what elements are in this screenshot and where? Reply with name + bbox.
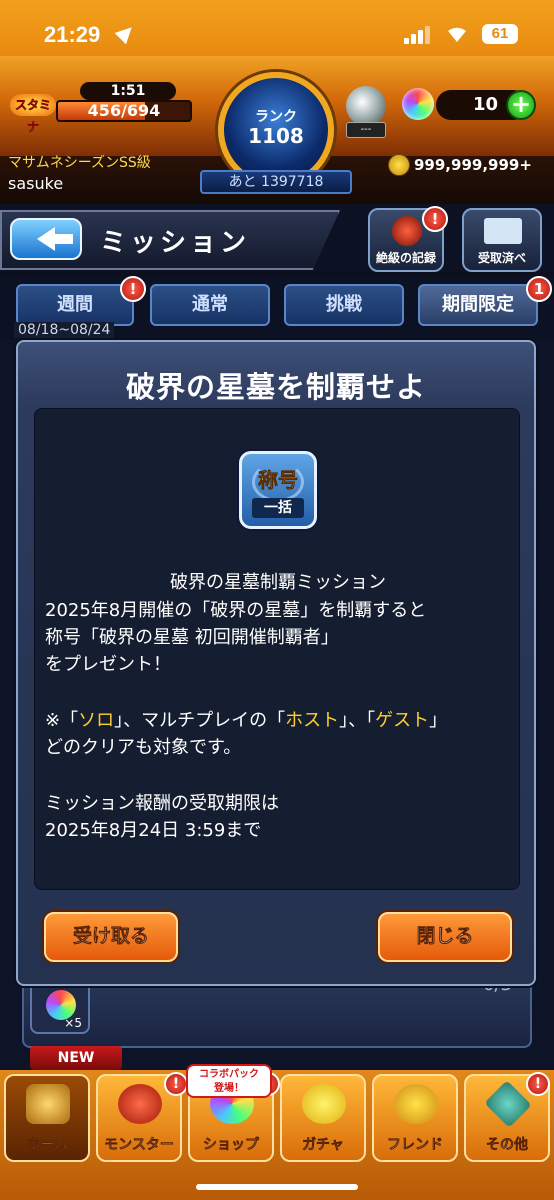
tab-label: 挑戦 [326, 294, 362, 315]
mission-tabs: 週間 ! 通常 挑戦 期間限定 1 08/18~08/24 [0, 276, 554, 340]
orb-pot-value: --- [346, 122, 386, 138]
note-host: ホスト [285, 710, 340, 731]
tab-weekly[interactable]: 週間 ! [16, 276, 146, 326]
player-name: sasuke [8, 174, 64, 193]
player-header: スタミナ 1:51 456/694 マサムネシーズンSS級 sasuke ランク… [0, 56, 554, 204]
stamina-bar[interactable]: 456/694 [56, 100, 192, 122]
collab-pack-tag: コラボパック 登場！ [186, 1064, 272, 1098]
nav-gacha[interactable]: ガチャ [280, 1074, 366, 1162]
nav-label: モンスター [104, 1137, 174, 1154]
battery-icon: 61 [482, 24, 518, 44]
rank-next-exp: あと 1397718 [200, 170, 352, 194]
back-button[interactable] [10, 218, 82, 260]
deadline-label: ミッション報酬の受取期限は [45, 793, 279, 814]
coin-icon [388, 154, 410, 176]
record-emblem-icon [392, 216, 422, 246]
record-label: 絶級の記録 [375, 251, 436, 265]
nav-other-badge: ! [526, 1072, 550, 1096]
nav-label: フレンド [387, 1137, 444, 1154]
nav-label: ショップ [203, 1137, 260, 1154]
bottom-nav: ホーム モンスター ! ショップ ! ガチャ フレンド その他 ! [0, 1070, 554, 1200]
orb-count: 10 [472, 94, 498, 115]
note-text: ※「 [45, 710, 79, 731]
orb-icon [402, 88, 434, 120]
note-solo: ソロ [78, 710, 115, 731]
reward-type-label: 称号 [258, 468, 299, 493]
friend-icon [394, 1084, 438, 1124]
stamina-icon: スタミナ [10, 94, 56, 134]
stamina-timer: 1:51 [80, 82, 176, 100]
coin-count: 999,999,999+ [414, 156, 532, 174]
rank-label: ランク [255, 109, 297, 125]
record-alert-badge: ! [422, 206, 448, 232]
title-reward-icon: 称号 一括 [239, 451, 317, 529]
tab-label: 週間 [57, 294, 93, 315]
cellular-signal-icon [404, 26, 432, 44]
close-button[interactable]: 閉じる [378, 912, 512, 962]
player-title: マサムネシーズンSS級 [8, 155, 151, 171]
receive-button[interactable]: 受け取る [44, 912, 178, 962]
buy-orb-button[interactable]: + [506, 90, 536, 120]
tab-label: 期間限定 [442, 294, 514, 315]
status-time: 21:29 [44, 22, 101, 47]
location-arrow-icon [114, 21, 138, 45]
nav-monster-badge: ! [164, 1072, 188, 1096]
tab-normal[interactable]: 通常 [150, 284, 270, 326]
tab-weekly-badge: ! [120, 276, 146, 302]
nav-label: ガチャ [302, 1137, 344, 1154]
note-text: 」、マルチプレイの「 [114, 710, 286, 731]
record-button[interactable]: 絶級の記録 ! [368, 206, 448, 272]
nav-friend[interactable]: フレンド [372, 1074, 458, 1162]
book-icon [484, 218, 522, 244]
home-indicator[interactable] [196, 1184, 358, 1190]
nav-label: ホーム [26, 1137, 68, 1154]
eligibility-note-2: どのクリアも対象です。 [45, 737, 242, 758]
received-button[interactable]: 受取済べ [462, 208, 542, 272]
reward-sub-label: 一括 [252, 498, 304, 518]
mission-reward-orb: ×5 [30, 982, 90, 1034]
nav-other[interactable]: その他 ! [464, 1072, 550, 1162]
reward-name: 称号「破界の星墓 初回開催制覇者」 [45, 627, 339, 648]
back-arrow-icon [37, 227, 73, 251]
stamina-value: 456/694 [87, 101, 161, 120]
tab-date-range: 08/18~08/24 [14, 322, 115, 338]
monster-icon [118, 1084, 162, 1124]
new-tag: NEW [30, 1046, 122, 1070]
home-icon [26, 1084, 70, 1124]
deadline-value: 2025年8月24日 3:59まで [45, 820, 262, 841]
page-title: ミッション [100, 228, 251, 258]
mission-navbar: ミッション 絶級の記録 ! 受取済べ [0, 204, 554, 272]
tab-limited[interactable]: 期間限定 1 [418, 276, 552, 326]
mission-description: 2025年8月開催の「破界の星墓」を制覇すると [45, 600, 427, 621]
collab-tag-line2: 登場！ [214, 1083, 244, 1094]
nav-label: その他 [486, 1137, 529, 1154]
tab-label: 通常 [192, 294, 228, 315]
eligibility-note: ※「ソロ」、マルチプレイの「ホスト」、「ゲスト」 [45, 707, 511, 734]
note-text: 」 [429, 710, 448, 731]
dialog-title: 破界の星墓を制覇せよ [125, 370, 426, 404]
received-label: 受取済べ [477, 251, 526, 265]
note-guest: ゲスト [375, 710, 430, 731]
reward-count: ×5 [64, 1016, 82, 1030]
other-icon [484, 1080, 532, 1128]
orb-pot-icon[interactable] [346, 86, 386, 126]
dialog-body: 称号 一括 破界の星墓制覇ミッション 2025年8月開催の「破界の星墓」を制覇す… [34, 408, 520, 890]
tab-challenge[interactable]: 挑戦 [284, 284, 404, 326]
gacha-egg-icon [302, 1084, 346, 1124]
mission-name: 破界の星墓制覇ミッション [170, 572, 386, 593]
tab-limited-badge: 1 [526, 276, 552, 302]
collab-tag-line1: コラボパック [199, 1069, 259, 1080]
wifi-icon [448, 27, 466, 42]
rank-value: 1108 [248, 124, 304, 148]
status-bar: 21:29 61 [0, 0, 554, 56]
reward-present-text: をプレゼント！ [45, 654, 171, 675]
nav-monster[interactable]: モンスター ! [96, 1072, 188, 1162]
note-text: 」、「 [339, 710, 376, 731]
mission-detail-dialog: 破界の星墓を制覇せよ 称号 一括 破界の星墓制覇ミッション 2025年8月開催の… [16, 340, 536, 986]
nav-home[interactable]: ホーム [4, 1074, 90, 1162]
